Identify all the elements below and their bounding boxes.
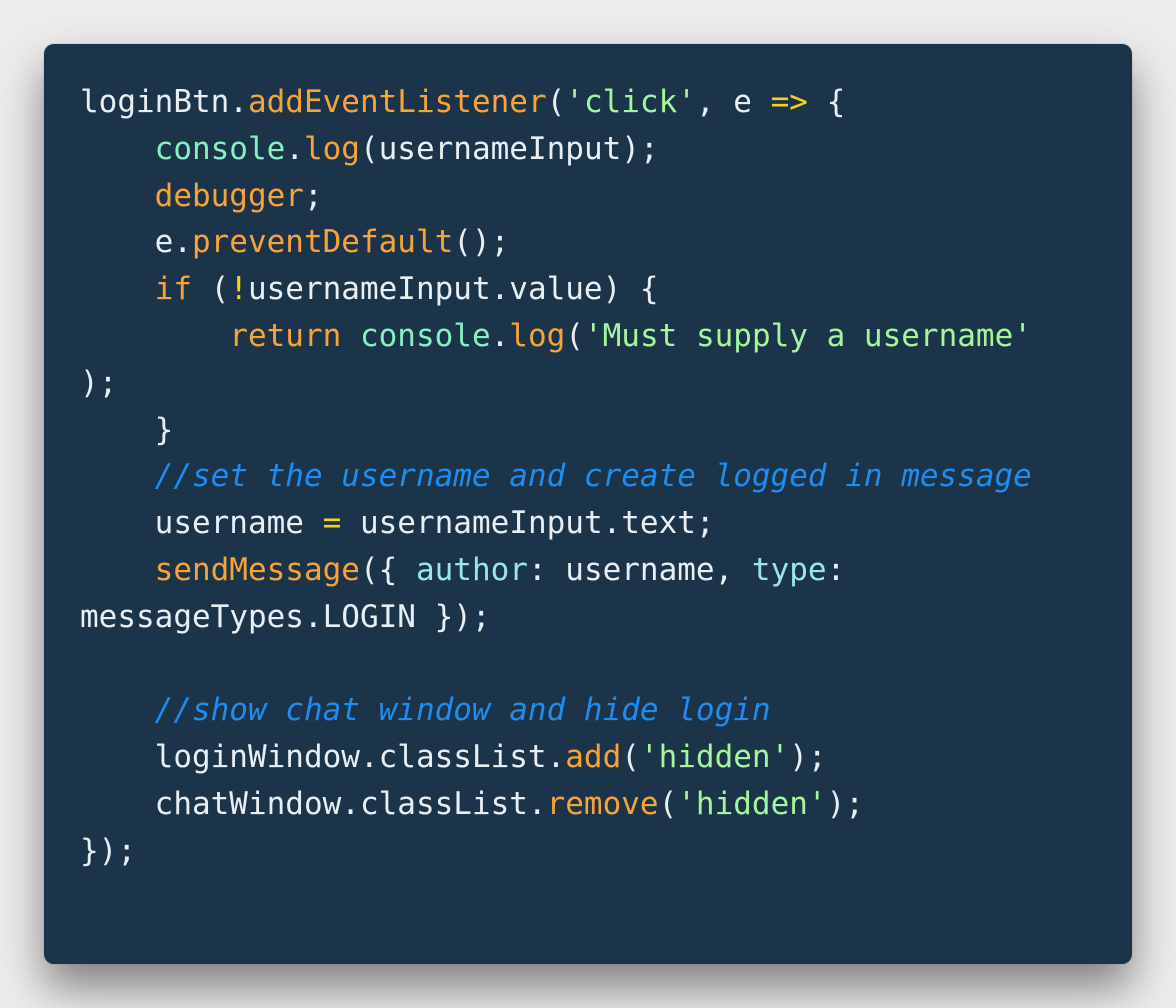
code-token-plain: . [490,317,510,354]
code-line: e.preventDefault(); [80,219,1032,266]
code-block[interactable]: loginBtn.addEventListener('click', e => … [80,79,1032,875]
code-token-func: sendMessage [154,551,360,588]
code-token-plain: . [285,130,304,167]
code-line: } [80,407,1032,454]
code-token-plain: ); [789,739,827,776]
code-token-plain: ); [826,785,864,822]
code-token-func: add [565,739,622,776]
code-token-plain: loginWindow.classList. [80,739,566,776]
code-token-prop: type [751,551,827,588]
code-token-str: 'click' [565,84,696,120]
code-token-func: remove [546,785,659,822]
code-token-comment: //set the username and create logged in … [154,458,1032,495]
code-line: messageTypes.LOGIN }); [80,594,1032,641]
code-token-kw: if [154,271,192,308]
code-line: if (!usernameInput.value) { [80,266,1032,313]
code-line: sendMessage({ author: username, type: [80,547,1032,594]
code-line: ); [80,360,1032,407]
code-token-op: => [770,84,808,120]
code-token-builtin: console [154,130,286,167]
code-token-plain: messageTypes.LOGIN }); [80,598,491,635]
code-token-func: log [509,317,566,354]
code-token-kw: return [229,317,342,354]
code-line: console.log(usernameInput); [80,126,1032,173]
code-token-plain: : [826,551,846,588]
code-token-plain: ( [191,271,230,308]
code-token-plain: chatWindow.classList. [80,785,547,822]
code-token-func: preventDefault [191,224,454,261]
code-token-plain: usernameInput.text; [341,505,715,542]
code-token-plain: loginBtn. [80,84,248,120]
code-token-plain: : username, [527,551,752,588]
code-token-plain: } [80,411,174,448]
code-token-func: addEventListener [247,84,547,120]
code-token-plain: (usernameInput); [359,130,659,167]
code-token-plain: ; [303,177,323,214]
code-token-plain: ); [80,364,118,401]
code-token-op: = [322,505,342,542]
code-token-func: log [303,130,360,167]
code-token-plain: username [80,505,323,542]
code-token-plain: ( [658,785,678,822]
code-token-str: 'hidden' [677,785,827,822]
code-token-plain: { [807,84,846,120]
code-line: loginWindow.classList.add('hidden'); [80,734,1032,781]
code-line: //set the username and create logged in … [80,453,1032,500]
code-line: //show chat window and hide login [80,687,1032,734]
code-line: return console.log('Must supply a userna… [80,313,1032,360]
code-line: loginBtn.addEventListener('click', e => … [80,79,1032,126]
code-line: chatWindow.classList.remove('hidden'); [80,781,1032,828]
code-token-kw: debugger [154,177,304,214]
code-line: username = usernameInput.text; [80,500,1032,547]
code-token-plain: ({ [359,551,416,588]
code-token-str: 'Must supply a username' [583,317,1032,354]
code-token-comment: //show chat window and hide login [154,692,771,729]
code-snippet-window: loginBtn.addEventListener('click', e => … [44,44,1132,964]
code-token-plain: e. [80,224,192,261]
code-line: }); [80,828,1032,875]
code-token-plain: }); [80,832,136,869]
code-token-plain: ( [565,317,584,354]
code-line: debugger; [80,173,1032,220]
code-token-plain: ( [621,739,640,776]
code-token-plain: (); [453,224,510,261]
code-token-builtin: console [359,317,491,354]
code-token-str: 'hidden' [639,739,790,776]
code-token-prop: author [415,551,528,588]
code-token-op: ! [229,271,248,308]
code-token-plain: usernameInput.value) { [247,271,659,308]
code-token-plain: , e [695,84,771,120]
code-token-plain: ( [546,84,566,120]
